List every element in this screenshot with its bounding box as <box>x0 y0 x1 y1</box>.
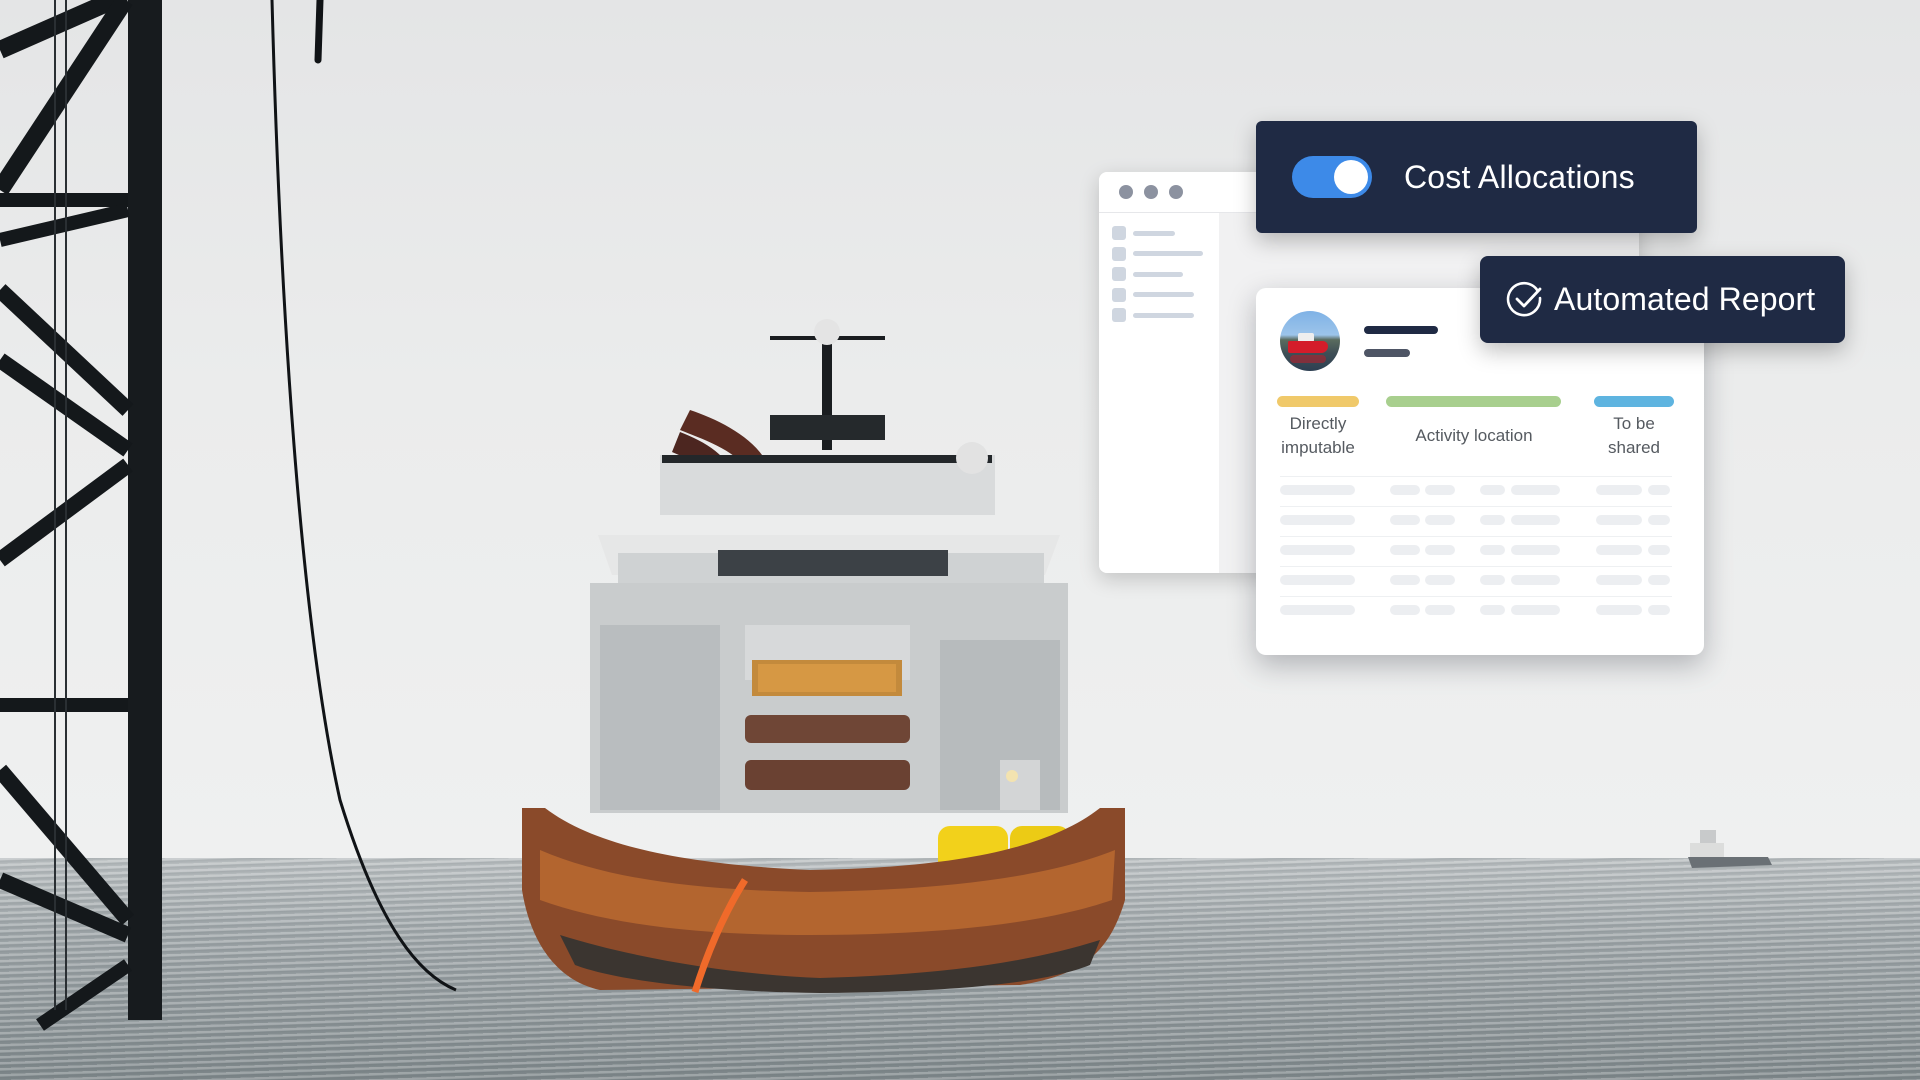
table-row-divider <box>1280 536 1672 537</box>
table-cell-placeholder <box>1425 485 1455 495</box>
table-cell-placeholder <box>1596 545 1642 555</box>
window-control-dot[interactable] <box>1169 185 1183 199</box>
vessel-subtitle-placeholder <box>1364 349 1410 357</box>
table-cell-placeholder <box>1390 485 1420 495</box>
table-cell-placeholder <box>1280 605 1355 615</box>
sidebar-item-icon <box>1112 246 1126 261</box>
window-sidebar <box>1099 213 1219 573</box>
category-label-to-be-shared: To be shared <box>1586 412 1682 460</box>
cable <box>270 0 457 992</box>
window-control-dot[interactable] <box>1119 185 1133 199</box>
category-bar-directly-imputable <box>1277 396 1359 407</box>
table-cell-placeholder <box>1390 605 1420 615</box>
sidebar-item-label-placeholder <box>1133 292 1194 297</box>
sidebar-item[interactable] <box>1099 305 1219 325</box>
table-cell-placeholder <box>1648 545 1670 555</box>
tower-brace <box>36 959 132 1031</box>
table-cell-placeholder <box>1511 545 1560 555</box>
sidebar-item[interactable] <box>1099 264 1219 284</box>
sidebar-item-icon <box>1112 308 1126 322</box>
category-label-line: Activity location <box>1415 426 1533 445</box>
avatar-vessel-reflection <box>1290 355 1326 363</box>
table-cell-placeholder <box>1480 575 1505 585</box>
cost-allocations-toggle[interactable] <box>1292 156 1372 198</box>
sidebar-item-label-placeholder <box>1133 271 1183 277</box>
distant-vessel <box>1688 830 1772 868</box>
vessel-avatar <box>1280 311 1340 371</box>
table-cell-placeholder <box>1596 575 1642 585</box>
category-bar-activity-location <box>1386 396 1561 407</box>
tower-brace <box>0 284 134 416</box>
table-cell-placeholder <box>1648 485 1670 495</box>
table-row-divider <box>1280 476 1672 477</box>
table-cell-placeholder <box>1648 575 1670 585</box>
table-cell-placeholder <box>1648 605 1670 615</box>
table-cell-placeholder <box>1511 575 1560 585</box>
table-cell-placeholder <box>1480 605 1505 615</box>
sidebar-item[interactable] <box>1099 244 1219 264</box>
window-control-dot[interactable] <box>1144 185 1158 199</box>
table-row-divider <box>1280 596 1672 597</box>
table-cell-placeholder <box>1390 575 1420 585</box>
sidebar-item-icon <box>1112 267 1126 281</box>
table-cell-placeholder <box>1280 515 1355 525</box>
automated-report-badge: Automated Report <box>1480 256 1845 343</box>
sidebar-item-icon <box>1112 287 1126 302</box>
table-cell-placeholder <box>1596 515 1642 525</box>
table-cell-placeholder <box>1425 575 1455 585</box>
table-cell-placeholder <box>1511 605 1560 615</box>
tower-brace <box>0 203 130 247</box>
toggle-knob[interactable] <box>1334 160 1368 194</box>
category-label-activity-location: Activity location <box>1384 424 1564 448</box>
category-label-directly-imputable: Directly imputable <box>1262 412 1374 460</box>
table-cell-placeholder <box>1511 515 1560 525</box>
table-cell-placeholder <box>1480 545 1505 555</box>
table-cell-placeholder <box>1280 485 1355 495</box>
table-cell-placeholder <box>1280 575 1355 585</box>
tower-brace <box>0 353 133 457</box>
vessel-name-placeholder <box>1364 326 1438 334</box>
table-cell-placeholder <box>1480 485 1505 495</box>
table-cell-placeholder <box>1425 545 1455 555</box>
sidebar-item[interactable] <box>1099 223 1219 243</box>
table-cell-placeholder <box>1390 545 1420 555</box>
category-label-line: Directly <box>1289 414 1347 433</box>
sidebar-item-label-placeholder <box>1133 251 1203 256</box>
category-label-line: shared <box>1608 438 1660 457</box>
table-row-divider <box>1280 506 1672 507</box>
tower-brace <box>0 458 133 567</box>
table-cell-placeholder <box>1648 515 1670 525</box>
table-cell-placeholder <box>1425 515 1455 525</box>
avatar-vessel-hull <box>1288 341 1328 353</box>
table-cell-placeholder <box>1280 545 1355 555</box>
table-cell-placeholder <box>1480 515 1505 525</box>
sidebar-item[interactable] <box>1099 285 1219 305</box>
table-row-divider <box>1280 566 1672 567</box>
category-bar-to-be-shared <box>1594 396 1674 407</box>
table-cell-placeholder <box>1390 515 1420 525</box>
cable-end <box>314 0 324 64</box>
table-cell-placeholder <box>1511 485 1560 495</box>
category-label-line: To be <box>1613 414 1655 433</box>
tower-brace <box>0 764 135 926</box>
sidebar-item-icon <box>1112 226 1126 240</box>
sidebar-item-label-placeholder <box>1133 312 1194 318</box>
cost-allocations-card: Cost Allocations <box>1256 121 1697 233</box>
table-cell-placeholder <box>1596 605 1642 615</box>
category-label-line: imputable <box>1281 438 1355 457</box>
sidebar-item-label-placeholder <box>1133 230 1175 236</box>
main-vessel <box>522 319 1125 994</box>
tower <box>0 0 162 1031</box>
tower-column <box>128 0 162 1020</box>
table-cell-placeholder <box>1596 485 1642 495</box>
check-circle-icon <box>1506 281 1542 316</box>
automated-report-label: Automated Report <box>1554 281 1816 317</box>
cost-allocations-label: Cost Allocations <box>1404 158 1635 195</box>
report-card: Directly imputable Activity location To … <box>1256 288 1704 655</box>
table-cell-placeholder <box>1425 605 1455 615</box>
